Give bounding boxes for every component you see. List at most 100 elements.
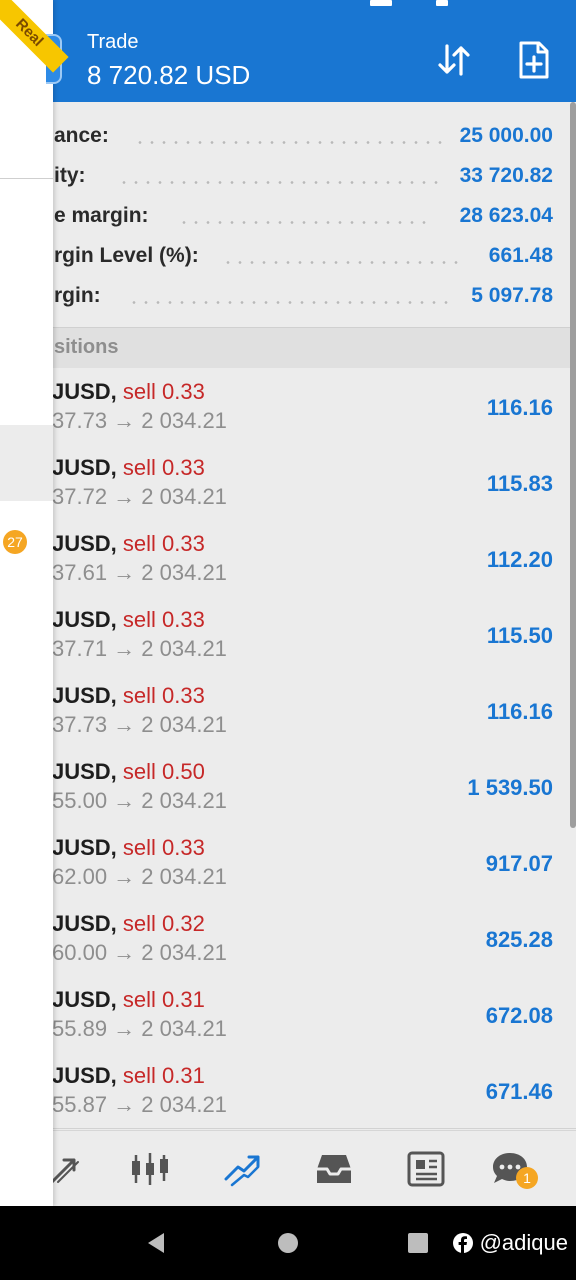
position-symbol-line: JUSD, sell 0.31 — [52, 987, 205, 1013]
summary-value: 28 623.04 — [459, 204, 553, 227]
positions-list: JUSD, sell 0.33 37.73 → 2 034.21 116.16 … — [0, 368, 576, 1130]
sort-button[interactable] — [436, 42, 472, 78]
position-profit: 116.16 — [486, 395, 553, 420]
facebook-icon — [453, 1233, 474, 1253]
position-symbol: JUSD, — [52, 379, 117, 404]
position-symbol: JUSD, — [52, 455, 117, 480]
android-navigation-bar: @adique — [0, 1206, 576, 1280]
dotted-leader — [118, 181, 444, 184]
back-icon[interactable] — [144, 1231, 168, 1255]
summary-value: 5 097.78 — [471, 284, 553, 307]
position-symbol-line: JUSD, sell 0.33 — [52, 531, 205, 557]
drawer-badge: 27 — [3, 530, 27, 554]
position-prices: 55.89 → 2 034.21 — [52, 1016, 227, 1041]
position-prices: 37.73 → 2 034.21 — [52, 408, 227, 433]
home-icon[interactable] — [276, 1231, 300, 1255]
recents-icon[interactable] — [406, 1231, 430, 1255]
side-drawer[interactable]: 27 — [0, 0, 53, 1206]
position-side-volume: sell 0.31 — [122, 1063, 205, 1088]
drawer-divider — [0, 178, 53, 179]
dotted-leader — [178, 221, 432, 224]
header-profit-amount: 8 720.82 USD — [87, 60, 251, 90]
dotted-leader — [134, 141, 446, 144]
position-prices: 37.72 → 2 034.21 — [52, 484, 227, 509]
position-prices: 62.00 → 2 034.21 — [52, 864, 227, 889]
position-row[interactable]: JUSD, sell 0.33 37.71 → 2 034.21 115.50 — [0, 596, 576, 673]
summary-row-balance: ance: 25 000.00 — [0, 116, 576, 156]
position-row[interactable]: JUSD, sell 0.33 37.73 → 2 034.21 116.16 — [0, 672, 576, 749]
position-prices: 55.00 → 2 034.21 — [52, 788, 227, 813]
position-prices: 60.00 → 2 034.21 — [52, 940, 227, 965]
position-profit: 115.83 — [486, 471, 553, 496]
bottom-navigation: 1 — [0, 1130, 576, 1207]
nav-chart[interactable] — [130, 1149, 170, 1189]
drawer-item-selected[interactable] — [0, 425, 53, 501]
positions-header-label: sitions — [54, 336, 119, 358]
position-side-volume: sell 0.31 — [122, 987, 205, 1012]
positions-section-header: sitions — [0, 327, 576, 369]
nav-history[interactable] — [314, 1149, 354, 1189]
chart-candles-icon — [132, 1153, 168, 1185]
chat-badge: 1 — [516, 1167, 538, 1189]
summary-label: e margin: — [54, 204, 149, 227]
new-order-button[interactable] — [516, 40, 552, 80]
position-symbol-line: JUSD, sell 0.31 — [52, 1063, 205, 1089]
dotted-leader — [222, 261, 462, 264]
position-row[interactable]: JUSD, sell 0.33 37.61 → 2 034.21 112.20 — [0, 520, 576, 597]
position-symbol-line: JUSD, sell 0.33 — [52, 835, 205, 861]
position-profit: 672.08 — [485, 1003, 553, 1028]
summary-value: 661.48 — [488, 244, 553, 267]
position-side-volume: sell 0.33 — [122, 531, 205, 556]
sort-arrows-icon — [438, 44, 470, 76]
summary-label: rgin Level (%): — [54, 244, 199, 267]
position-profit: 112.20 — [486, 547, 553, 572]
position-row[interactable]: JUSD, sell 0.33 62.00 → 2 034.21 917.07 — [0, 824, 576, 901]
position-row[interactable]: JUSD, sell 0.31 55.89 → 2 034.21 672.08 — [0, 976, 576, 1053]
trade-icon — [224, 1155, 260, 1187]
summary-row-equity: ity: 33 720.82 — [0, 156, 576, 196]
status-icon — [436, 0, 448, 6]
position-side-volume: sell 0.33 — [122, 607, 205, 632]
position-symbol-line: JUSD, sell 0.50 — [52, 759, 205, 785]
position-prices: 37.73 → 2 034.21 — [52, 712, 227, 737]
header-title: Trade — [87, 31, 139, 53]
nav-news[interactable] — [406, 1149, 446, 1189]
position-symbol: JUSD, — [52, 531, 117, 556]
position-row[interactable]: JUSD, sell 0.33 37.72 → 2 034.21 115.83 — [0, 444, 576, 521]
app-header: Trade 8 720.82 USD — [0, 0, 576, 102]
position-row[interactable]: JUSD, sell 0.32 60.00 → 2 034.21 825.28 — [0, 900, 576, 977]
account-summary: ance: 25 000.00 ity: 33 720.82 e margin:… — [0, 102, 576, 327]
summary-value: 33 720.82 — [459, 164, 553, 187]
position-symbol-line: JUSD, sell 0.32 — [52, 911, 205, 937]
position-profit: 917.07 — [485, 851, 553, 876]
position-symbol-line: JUSD, sell 0.33 — [52, 379, 205, 405]
position-symbol: JUSD, — [52, 607, 117, 632]
nav-trade[interactable] — [222, 1149, 262, 1189]
summary-label: ance: — [54, 124, 109, 147]
history-inbox-icon — [317, 1155, 351, 1183]
position-row[interactable]: JUSD, sell 0.33 37.73 → 2 034.21 116.16 — [0, 368, 576, 445]
position-symbol: JUSD, — [52, 987, 117, 1012]
position-side-volume: sell 0.50 — [122, 759, 205, 784]
status-icon — [370, 0, 392, 6]
summary-row-margin: rgin: 5 097.78 — [0, 276, 576, 316]
watermark: @adique — [453, 1230, 568, 1256]
summary-row-margin-level: rgin Level (%): 661.48 — [0, 236, 576, 276]
summary-label: ity: — [54, 164, 86, 187]
dotted-leader — [128, 301, 456, 304]
position-side-volume: sell 0.33 — [122, 835, 205, 860]
position-side-volume: sell 0.33 — [122, 455, 205, 480]
position-row[interactable]: JUSD, sell 0.50 55.00 → 2 034.21 1 539.5… — [0, 748, 576, 825]
position-row[interactable]: JUSD, sell 0.31 55.87 → 2 034.21 671.46 — [0, 1052, 576, 1129]
summary-label: rgin: — [54, 284, 101, 307]
summary-row-free-margin: e margin: 28 623.04 — [0, 196, 576, 236]
position-side-volume: sell 0.33 — [122, 379, 205, 404]
scrollbar[interactable] — [570, 102, 576, 828]
watermark-text: @adique — [479, 1230, 568, 1255]
new-order-icon — [519, 41, 549, 79]
position-prices: 37.61 → 2 034.21 — [52, 560, 227, 585]
position-symbol-line: JUSD, sell 0.33 — [52, 455, 205, 481]
position-profit: 115.50 — [486, 623, 553, 648]
position-prices: 37.71 → 2 034.21 — [52, 636, 227, 661]
position-prices: 55.87 → 2 034.21 — [52, 1092, 227, 1117]
